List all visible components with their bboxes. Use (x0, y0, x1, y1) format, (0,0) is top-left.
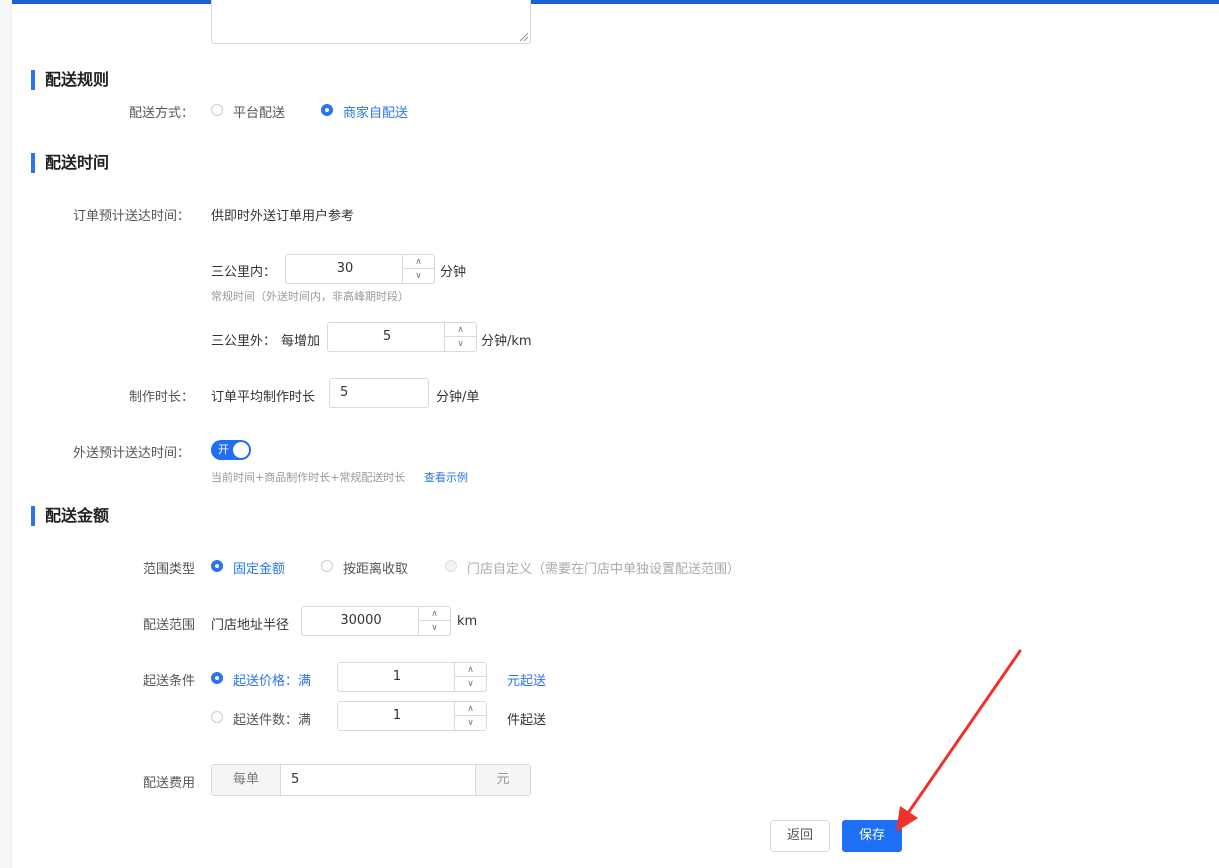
annotation-arrow-icon (896, 649, 1022, 832)
